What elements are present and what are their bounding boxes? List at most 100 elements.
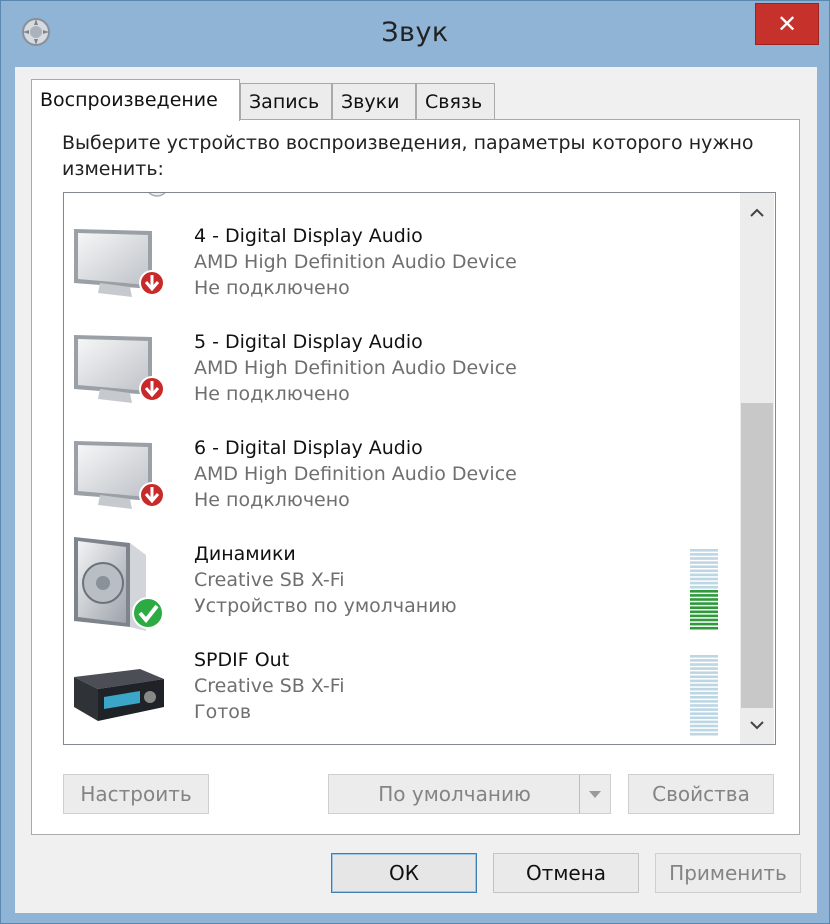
volume-meter-segment bbox=[690, 687, 718, 691]
device-name: 6 - Digital Display Audio bbox=[194, 437, 423, 459]
volume-meter bbox=[690, 655, 718, 736]
volume-meter-segment bbox=[690, 577, 718, 581]
monitor-icon bbox=[74, 229, 165, 297]
device-status: Не подключено bbox=[194, 489, 350, 511]
device-item-digital-audio-5[interactable]: 5 - Digital Display Audio AMD High Defin… bbox=[64, 319, 740, 425]
volume-meter-segment bbox=[690, 561, 718, 564]
device-driver: Creative SB X-Fi bbox=[194, 675, 345, 697]
speaker-icon bbox=[74, 537, 164, 631]
device-name: 4 - Digital Display Audio bbox=[194, 225, 423, 247]
set-default-label: По умолчанию bbox=[378, 782, 531, 806]
volume-meter-segment bbox=[690, 614, 718, 618]
monitor-icon bbox=[74, 335, 165, 403]
volume-meter bbox=[690, 549, 718, 630]
volume-meter-segment bbox=[690, 679, 718, 683]
playback-tab-panel: Выберите устройство воспроизведения, пар… bbox=[31, 119, 800, 835]
device-name: SPDIF Out bbox=[194, 649, 290, 671]
device-status: Не подключено bbox=[194, 277, 350, 299]
receiver-icon bbox=[74, 669, 164, 721]
volume-meter-segment bbox=[690, 610, 718, 614]
device-status: Готов bbox=[194, 701, 252, 723]
device-name: 5 - Digital Display Audio bbox=[194, 331, 423, 353]
volume-meter-segment bbox=[690, 724, 718, 728]
device-driver: Creative SB X-Fi bbox=[194, 569, 345, 591]
chevron-up-icon bbox=[750, 208, 764, 217]
device-item-digital-audio-4[interactable]: 4 - Digital Display Audio AMD High Defin… bbox=[64, 213, 740, 319]
volume-meter-segment bbox=[690, 659, 718, 662]
playback-device-list[interactable]: 4 - Digital Display Audio AMD High Defin… bbox=[63, 192, 776, 745]
device-status: Устройство по умолчанию bbox=[194, 595, 457, 617]
dialog-client-area: Воспроизведение Запись Звуки Связь Выбер… bbox=[15, 67, 817, 913]
volume-meter-segment bbox=[690, 590, 718, 593]
device-item-digital-audio-6[interactable]: 6 - Digital Display Audio AMD High Defin… bbox=[64, 425, 740, 531]
volume-meter-segment bbox=[690, 675, 718, 679]
dropdown-arrow-icon bbox=[589, 790, 601, 798]
device-item-speakers[interactable]: Динамики Creative SB X-Fi Устройство по … bbox=[64, 531, 740, 637]
volume-meter-segment bbox=[690, 581, 718, 585]
monitor-icon bbox=[74, 441, 165, 509]
volume-meter-segment bbox=[690, 663, 718, 666]
configure-button[interactable]: Настроить bbox=[63, 774, 209, 814]
volume-meter-segment bbox=[690, 549, 718, 552]
scroll-thumb[interactable] bbox=[741, 403, 773, 708]
window-title: Звук bbox=[381, 17, 449, 48]
volume-meter-segment bbox=[690, 696, 718, 699]
volume-meter-segment bbox=[690, 573, 718, 577]
volume-meter-segment bbox=[690, 671, 718, 674]
volume-meter-segment bbox=[690, 557, 718, 560]
cancel-button[interactable]: Отмена bbox=[493, 853, 639, 893]
default-checkmark-icon bbox=[132, 597, 164, 629]
volume-meter-segment bbox=[690, 569, 718, 573]
volume-meter-segment bbox=[690, 565, 718, 568]
device-driver: AMD High Definition Audio Device bbox=[194, 463, 517, 485]
volume-meter-segment bbox=[690, 602, 718, 605]
sound-dialog-window: Звук ✕ Воспроизведение Запись Звуки Связ… bbox=[0, 0, 830, 924]
properties-button[interactable]: Свойства bbox=[628, 774, 774, 814]
volume-meter-segment bbox=[690, 618, 718, 622]
volume-meter-segment bbox=[690, 622, 718, 626]
tab-communications[interactable]: Связь bbox=[416, 83, 495, 119]
volume-meter-segment bbox=[690, 626, 718, 630]
device-list-scrollbar[interactable] bbox=[740, 193, 774, 744]
device-item-spdif-out[interactable]: SPDIF Out Creative SB X-Fi Готов bbox=[64, 637, 740, 743]
disconnected-badge-icon bbox=[139, 270, 165, 296]
scroll-down-button[interactable] bbox=[740, 710, 774, 740]
apply-button[interactable]: Применить bbox=[655, 853, 801, 893]
volume-meter-segment bbox=[690, 683, 718, 687]
tab-playback[interactable]: Воспроизведение bbox=[31, 79, 240, 121]
title-bar[interactable]: Звук ✕ bbox=[1, 1, 829, 67]
set-default-dropdown-arrow[interactable] bbox=[579, 775, 610, 813]
tab-sounds[interactable]: Звуки bbox=[332, 83, 416, 119]
volume-meter-segment bbox=[690, 585, 718, 589]
device-driver: AMD High Definition Audio Device bbox=[194, 357, 517, 379]
close-button[interactable]: ✕ bbox=[755, 3, 819, 45]
volume-meter-segment bbox=[690, 720, 718, 724]
volume-meter-segment bbox=[690, 598, 718, 601]
close-icon: ✕ bbox=[776, 10, 798, 38]
volume-meter-segment bbox=[690, 704, 718, 707]
volume-meter-segment bbox=[690, 716, 718, 720]
disconnected-badge-icon bbox=[139, 482, 165, 508]
device-status: Не подключено bbox=[194, 383, 350, 405]
volume-meter-segment bbox=[690, 594, 718, 597]
volume-meter-segment bbox=[690, 553, 718, 556]
disconnected-badge-icon bbox=[139, 376, 165, 402]
volume-meter-segment bbox=[690, 606, 718, 609]
volume-meter-segment bbox=[690, 728, 718, 732]
volume-meter-segment bbox=[690, 700, 718, 703]
volume-meter-segment bbox=[690, 712, 718, 715]
volume-meter-segment bbox=[690, 732, 718, 736]
instruction-text: Выберите устройство воспроизведения, пар… bbox=[62, 132, 754, 180]
tab-recording[interactable]: Запись bbox=[240, 83, 332, 119]
volume-meter-segment bbox=[690, 667, 718, 670]
volume-meter-segment bbox=[690, 691, 718, 695]
volume-meter-segment bbox=[690, 655, 718, 658]
scroll-up-button[interactable] bbox=[740, 197, 774, 227]
partial-device-badge-icon bbox=[148, 193, 166, 197]
device-name: Динамики bbox=[194, 543, 296, 565]
ok-button[interactable]: ОК bbox=[331, 853, 477, 893]
volume-meter-segment bbox=[690, 708, 718, 711]
chevron-down-icon bbox=[750, 721, 764, 730]
set-default-split-button[interactable]: По умолчанию bbox=[328, 774, 611, 814]
device-driver: AMD High Definition Audio Device bbox=[194, 251, 517, 273]
